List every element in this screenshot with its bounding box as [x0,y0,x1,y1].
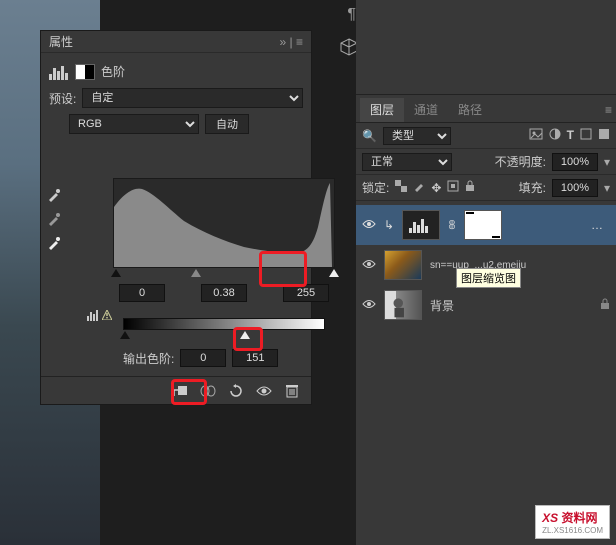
lock-brush-icon[interactable] [413,180,425,195]
preset-label: 预设: [49,90,76,107]
view-previous-state-icon[interactable] [199,382,217,400]
layer-name[interactable]: 背景 [430,297,454,314]
layers-panel: 图层 通道 路径 ≡ 🔍 类型 T 正常 不透明度: ▾ 锁定: ✥ 填充: ▾ [356,0,616,545]
layer-mask-thumbnail[interactable] [464,210,502,240]
layer-visibility-icon[interactable] [362,258,376,272]
white-point-eyedropper-icon[interactable] [45,234,63,252]
fill-chevron-icon[interactable]: ▾ [604,181,610,195]
panel-menu-icon[interactable]: ≡ [605,103,612,117]
output-gradient[interactable] [123,318,325,330]
properties-footer [41,376,311,404]
levels-icon [49,64,69,80]
lock-all-icon[interactable] [465,180,475,195]
layer-filter-row: 🔍 类型 T [356,123,616,149]
output-black-field[interactable] [180,349,226,367]
input-white-slider[interactable] [329,269,339,277]
search-icon[interactable]: 🔍 [362,129,377,143]
blend-mode-select[interactable]: 正常 [362,153,452,171]
filter-shape-icon[interactable] [580,128,592,143]
lock-pixels-icon[interactable] [395,180,407,195]
filter-type-icon[interactable]: T [567,128,574,143]
reset-icon[interactable] [227,382,245,400]
output-black-slider[interactable] [120,331,130,339]
input-gamma-slider[interactable] [191,269,201,277]
tab-channels[interactable]: 通道 [404,98,448,122]
clip-to-layer-icon[interactable] [171,382,189,400]
lock-icon [600,298,610,313]
filter-type-select[interactable]: 类型 [383,127,451,145]
gray-point-eyedropper-icon[interactable] [45,210,63,228]
layer-more-icon[interactable]: … [591,218,604,232]
layer-visibility-icon[interactable] [362,298,376,312]
adjustment-type-label: 色阶 [101,63,125,80]
lock-position-icon[interactable]: ✥ [431,181,441,195]
mask-icon [75,64,95,80]
preset-select[interactable]: 自定 [82,88,303,108]
tab-paths[interactable]: 路径 [448,98,492,122]
layer-visibility-icon[interactable] [362,218,376,232]
lock-label: 锁定: [362,179,389,196]
levels-thumbnail[interactable] [402,210,440,240]
panel-menu-chevrons[interactable]: » | ≡ [280,35,303,49]
input-black-field[interactable] [119,284,165,302]
input-gamma-field[interactable] [201,284,247,302]
auto-button[interactable]: 自动 [205,114,249,134]
properties-title: 属性 [49,33,73,50]
histogram-svg [114,179,334,267]
delete-adjustment-icon[interactable] [283,382,301,400]
filter-smart-icon[interactable] [598,128,610,143]
input-black-slider[interactable] [111,269,121,277]
clip-indicator-icon: ↳ [384,218,394,232]
tab-layers[interactable]: 图层 [360,98,404,122]
fill-field[interactable] [552,179,598,197]
output-levels-label: 输出色阶: [123,350,174,367]
input-white-field[interactable] [283,284,329,302]
opacity-chevron-icon[interactable]: ▾ [604,155,610,169]
panel-tabs: 图层 通道 路径 ≡ [356,97,616,123]
toggle-visibility-icon[interactable] [255,382,273,400]
opacity-label: 不透明度: [495,153,546,170]
watermark-text: 资料网 [561,511,597,525]
watermark-brand: XS [542,511,558,525]
eyedropper-group [45,186,63,252]
filter-pixel-icon[interactable] [529,128,543,143]
levels-warning-icon [87,309,112,321]
output-white-field[interactable] [232,349,278,367]
layer-levels-adjustment[interactable]: ↳ 𝟠 … [356,205,616,245]
link-icon[interactable]: 𝟠 [448,218,456,232]
watermark-url: ZL.XS1616.COM [542,526,603,535]
thumbnail-tooltip: 图层缩览图 [456,268,521,288]
filter-adjustment-icon[interactable] [549,128,561,143]
black-point-eyedropper-icon[interactable] [45,186,63,204]
output-white-slider[interactable] [240,331,250,339]
properties-panel-header[interactable]: 属性 » | ≡ [41,31,311,53]
character-panel-icon[interactable]: ¶ [347,6,356,24]
lock-artboard-icon[interactable] [447,180,459,195]
image-thumbnail[interactable] [384,250,422,280]
layer-background[interactable]: 背景 [356,285,616,325]
channel-select[interactable]: RGB [69,114,199,134]
properties-panel: 属性 » | ≡ 色阶 预设: 自定 RGB 自动 [40,30,312,405]
histogram-chart[interactable] [113,178,335,268]
watermark: XS 资料网 ZL.XS1616.COM [535,505,610,539]
opacity-field[interactable] [552,153,598,171]
background-thumbnail[interactable] [384,290,422,320]
fill-label: 填充: [519,179,546,196]
